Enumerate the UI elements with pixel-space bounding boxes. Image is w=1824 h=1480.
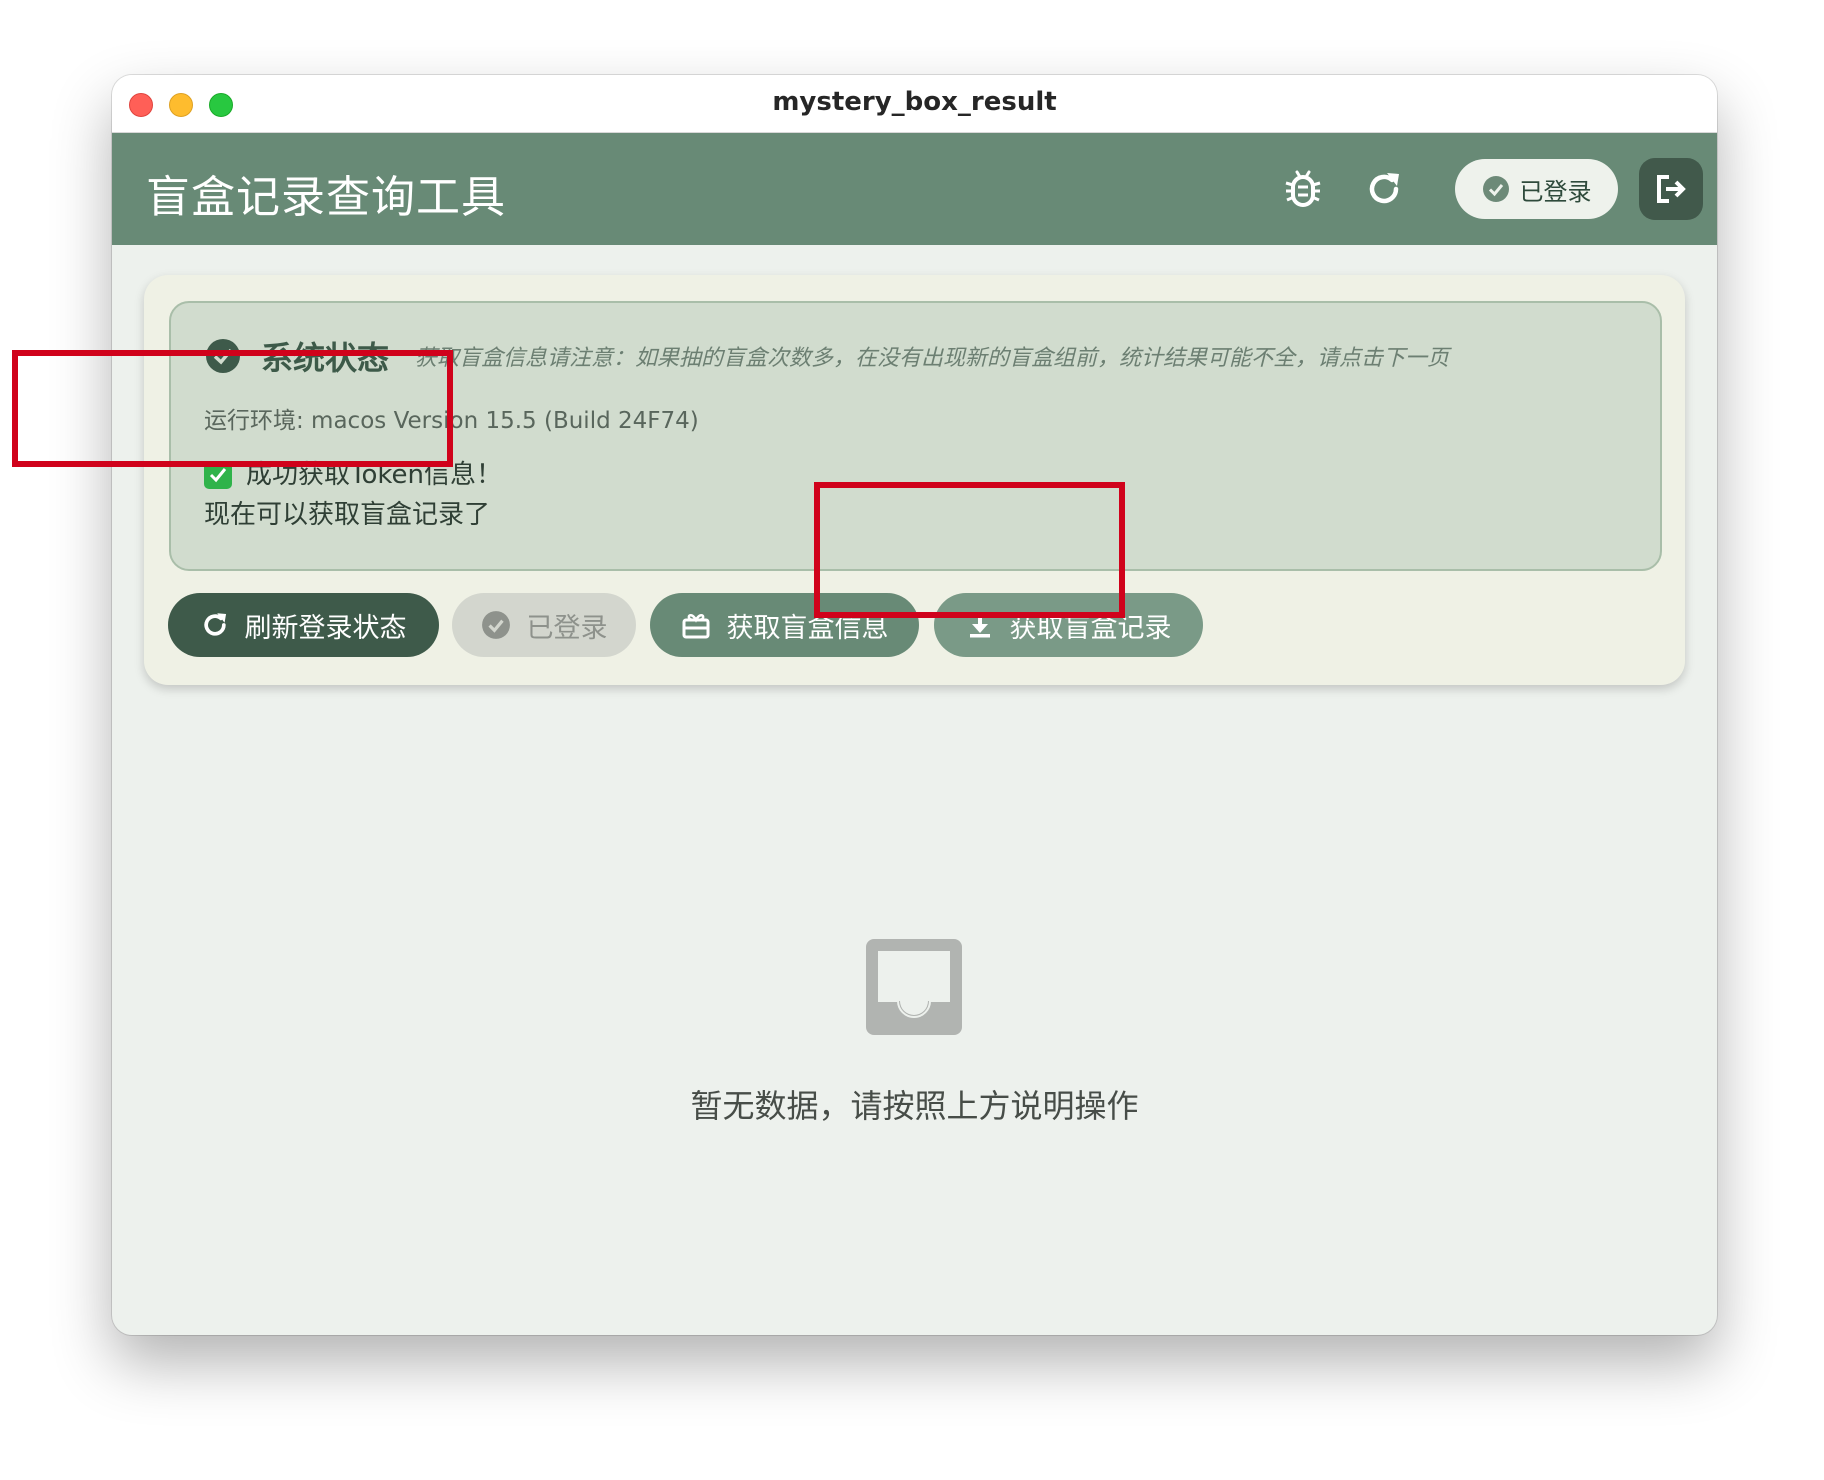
logout-button[interactable] [1639,158,1703,220]
refresh-login-label: 刷新登录状态 [244,612,407,644]
check-circle-icon [1482,176,1509,202]
window-title: mystery_box_result [772,87,1057,117]
gift-box-icon [682,614,709,639]
check-circle-icon [481,611,510,639]
status-card: 系统状态 获取盲盒信息请注意：如果抽的盲盒次数多，在没有出现新的盲盒组前，统计结… [144,275,1685,685]
app-title: 盲盒记录查询工具 [146,172,506,223]
logout-icon [1657,175,1686,203]
login-status-pill[interactable]: 已登录 [1455,159,1618,219]
empty-state-message: 暂无数据，请按照上方说明操作 [690,1087,1139,1125]
bug-icon[interactable] [1280,166,1326,212]
logged-in-button[interactable]: 已登录 [452,593,636,657]
highlight-box-token-message [12,350,453,467]
window-titlebar: mystery_box_result [112,75,1717,133]
token-message: 成功获取Token信息！ 现在可以获取盲盒记录了 [204,455,502,535]
refresh-icon[interactable] [1361,166,1407,212]
app-header: 盲盒记录查询工具 已登录 [112,133,1717,245]
app-window: mystery_box_result 盲盒记录查询工具 已登录 系统状态 获取盲… [112,75,1717,1335]
refresh-login-button[interactable]: 刷新登录状态 [168,593,439,657]
token-next-step-text: 现在可以获取盲盒记录了 [204,500,491,530]
status-note: 获取盲盒信息请注意：如果抽的盲盒次数多，在没有出现新的盲盒组前，统计结果可能不全… [415,346,1450,371]
inbox-icon [864,937,964,1037]
login-status-label: 已登录 [1519,177,1592,206]
highlight-box-records-button [814,482,1125,618]
refresh-icon [203,613,226,636]
logged-in-label: 已登录 [526,612,608,644]
